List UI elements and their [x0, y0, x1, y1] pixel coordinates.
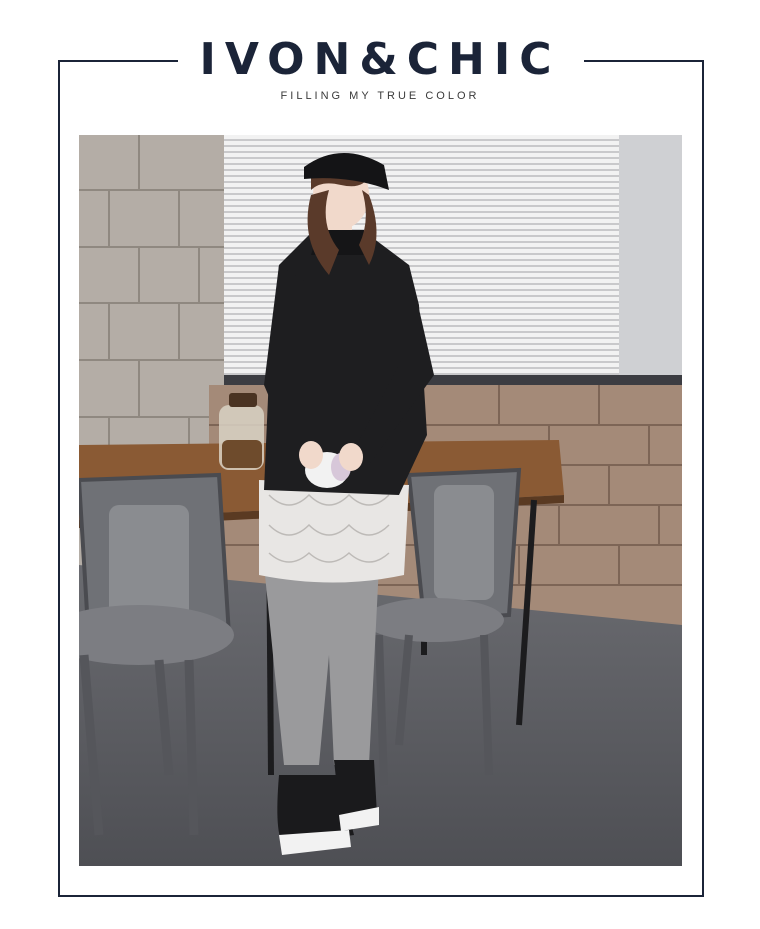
product-photo-illustration — [79, 135, 682, 866]
window-view — [619, 135, 682, 385]
product-photo — [79, 135, 682, 866]
brand-tagline: FILLING MY TRUE COLOR — [280, 90, 480, 102]
brand-logo: IVON&CHIC — [199, 34, 561, 85]
